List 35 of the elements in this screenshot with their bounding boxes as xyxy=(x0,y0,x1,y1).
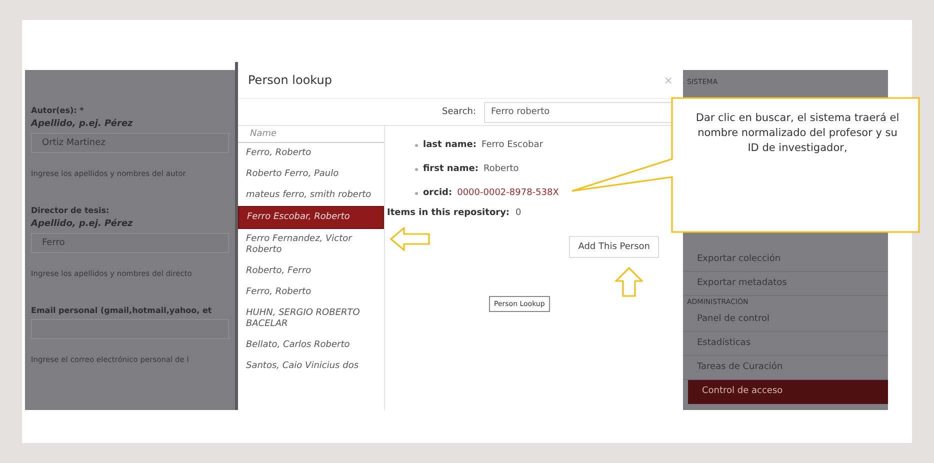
bullet-icon xyxy=(415,168,418,170)
field-label: Autor(es): * xyxy=(31,106,85,115)
column-header: Name xyxy=(238,126,384,143)
detail-label: last name: xyxy=(423,140,477,150)
bullet-icon xyxy=(415,144,418,146)
detail-label: Items in this repository: xyxy=(387,208,510,218)
list-item[interactable]: Ferro, Roberto xyxy=(238,282,384,303)
list-item[interactable]: HUHN, SERGIO ROBERTO BACELAR xyxy=(238,303,384,335)
list-item[interactable]: Roberto, Ferro xyxy=(238,261,384,282)
add-person-button[interactable]: Add This Person xyxy=(569,236,659,258)
list-item[interactable]: Santos, Caio Vinicius dos xyxy=(238,356,384,377)
list-item[interactable]: Roberto Ferro, Paulo xyxy=(238,164,384,185)
callout-text: Dar clic en buscar, el sistema traerá el nombre normalizado del profesor y su ID de investigador, xyxy=(695,111,900,156)
up-arrow-icon xyxy=(615,267,643,297)
detail-value: Ferro Escobar xyxy=(482,140,543,150)
detail-value: 0 xyxy=(516,208,522,218)
field-label: Email personal (gmail,hotmail,yahoo, et xyxy=(31,306,213,315)
list-item[interactable]: Ferro Fernandez, Victor Roberto xyxy=(238,229,384,261)
search-field[interactable]: Ferro roberto xyxy=(484,102,673,122)
orcid-link[interactable]: 0000-0002-8978-538X xyxy=(457,188,559,198)
field-sublabel: Apellido, p.ej. Pérez xyxy=(31,219,134,229)
detail-value: Roberto xyxy=(483,164,519,174)
field-label: Director de tesis: xyxy=(31,206,110,215)
list-item[interactable]: mateus ferro, smith roberto xyxy=(238,185,384,206)
list-item[interactable]: Ferro, Roberto xyxy=(238,143,384,164)
search-label: Search: xyxy=(442,107,476,117)
left-arrow-icon xyxy=(390,227,430,251)
bullet-icon xyxy=(415,192,418,194)
detail-label: first name: xyxy=(423,164,478,174)
detail-label: orcid: xyxy=(423,188,452,198)
field-sublabel: Apellido, p.ej. Pérez xyxy=(31,119,134,129)
list-item[interactable]: Bellato, Carlos Roberto xyxy=(238,335,384,356)
sidebar-item[interactable]: Control de acceso xyxy=(688,380,888,404)
dialog-title: Person lookup xyxy=(248,73,332,87)
list-item[interactable]: Ferro Escobar, Roberto xyxy=(238,206,384,229)
